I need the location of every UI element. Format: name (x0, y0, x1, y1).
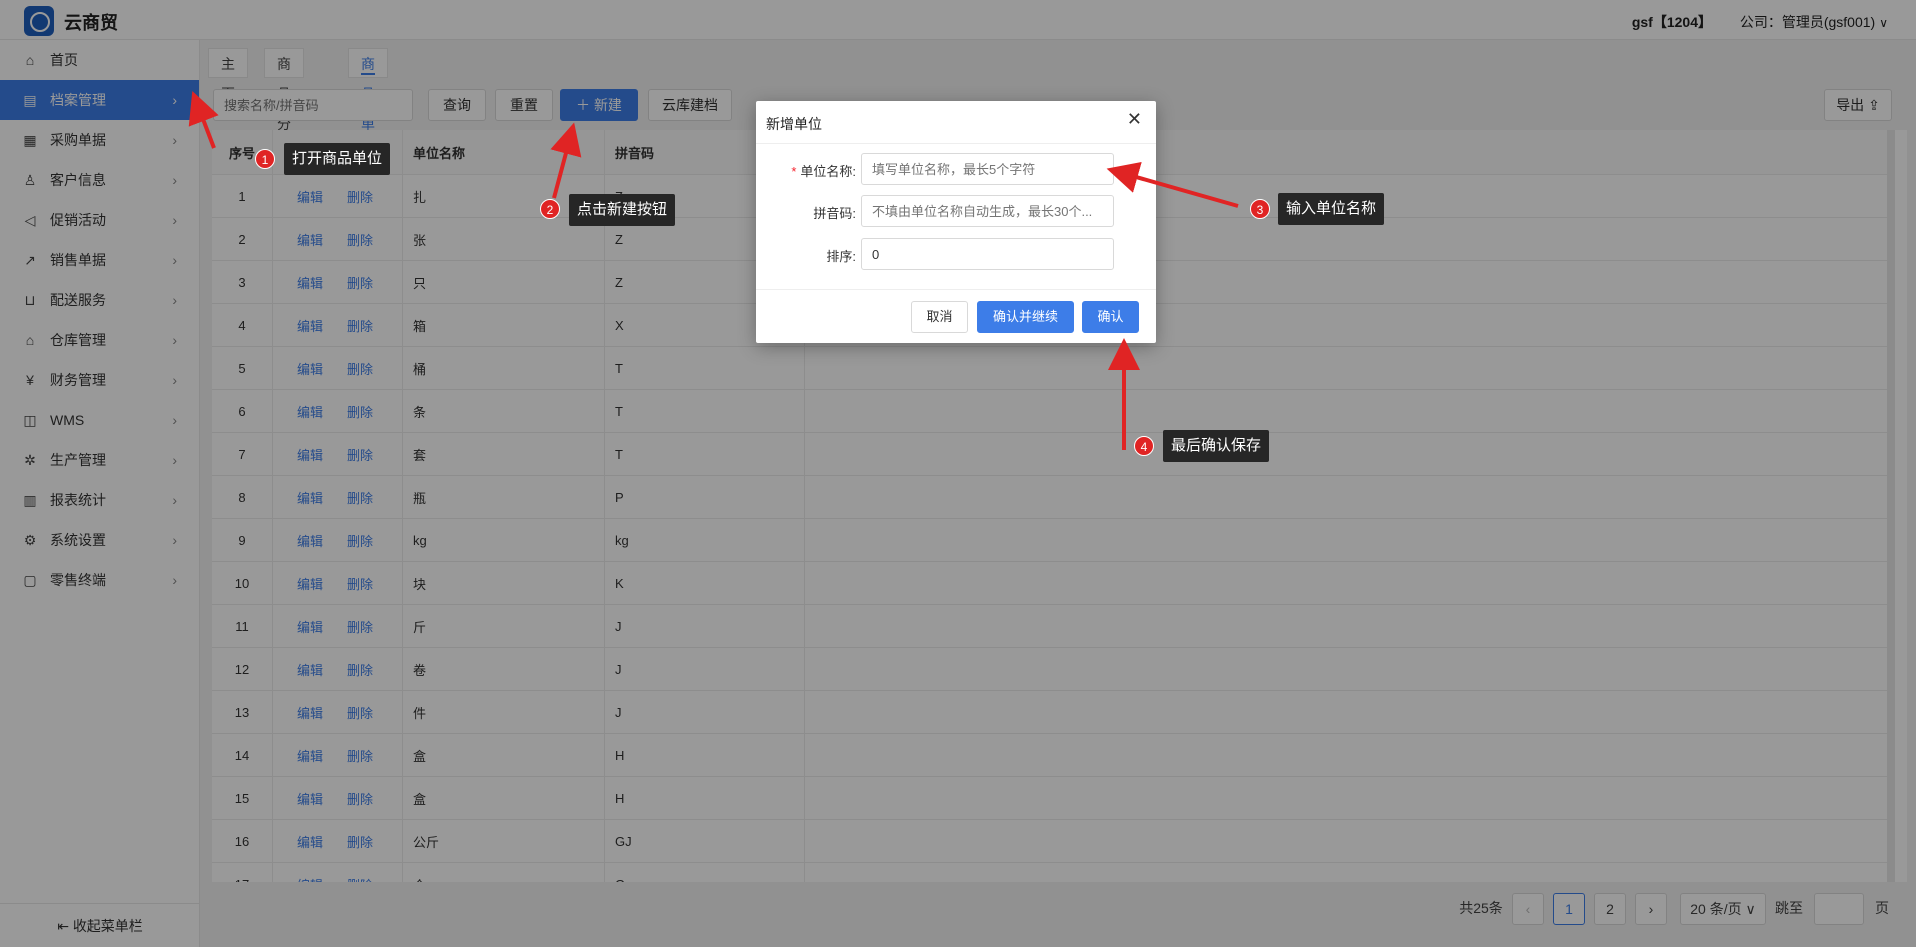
annotation-arrow-1 (188, 91, 219, 149)
annotation-badge-1: 1 (255, 149, 275, 169)
annotation-badge-2: 2 (540, 199, 560, 219)
annotation-badge-3: 3 (1250, 199, 1270, 219)
annotation-label-1: 打开商品单位 (284, 143, 391, 175)
annotation-label-2: 点击新建按钮 (569, 194, 676, 226)
annotation-label-4: 最后确认保存 (1163, 430, 1270, 462)
annotation-label-3: 输入单位名称 (1278, 193, 1385, 225)
annotation-arrow-2 (550, 122, 582, 199)
annotation-arrow-3 (1106, 161, 1239, 208)
annotation-badge-4: 4 (1134, 436, 1154, 456)
